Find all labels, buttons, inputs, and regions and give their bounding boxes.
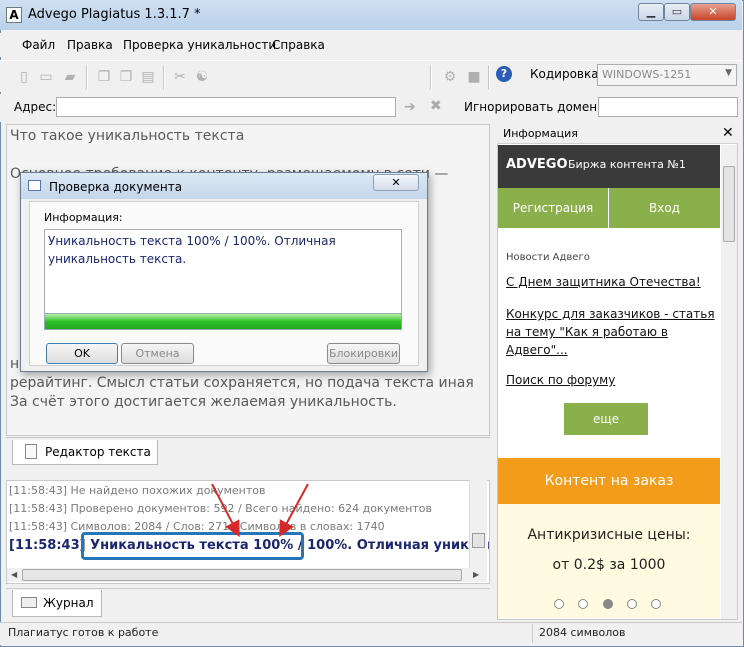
carousel-dot-active[interactable]: [603, 599, 613, 609]
content-order-banner[interactable]: Контент на заказ: [498, 458, 720, 504]
toolbar-separator: [86, 65, 88, 89]
tab-journal-label: Журнал: [43, 596, 94, 610]
char-count: 2084 символов: [532, 624, 738, 643]
log-vertical-scrollbar[interactable]: [469, 480, 487, 568]
editor-heading: Что такое уникальность текста: [10, 128, 245, 144]
lock-icon[interactable]: ■: [466, 69, 482, 85]
more-button[interactable]: еще: [564, 403, 648, 435]
progress-fill: [45, 314, 401, 329]
clear-icon[interactable]: ✖: [430, 98, 442, 114]
dialog-title: Проверка документа: [49, 180, 183, 194]
tab-text-editor[interactable]: Редактор текста: [12, 440, 158, 465]
address-label: Адрес:: [14, 100, 57, 114]
scroll-left-icon[interactable]: ◀: [11, 570, 17, 579]
copy-icon[interactable]: ❐: [118, 69, 134, 85]
settings-icon[interactable]: ⚙: [442, 69, 458, 85]
promo-price: от 0.2$ за 1000: [552, 557, 666, 573]
encoding-label: Кодировка:: [530, 67, 603, 81]
address-input[interactable]: [56, 97, 396, 117]
maximize-button[interactable]: ▭: [664, 3, 690, 21]
open-file-icon[interactable]: ▰: [62, 69, 78, 85]
window-icon: [28, 180, 41, 191]
encoding-select[interactable]: WINDOWS-1251 ▼: [597, 64, 737, 86]
status-text: Плагиатус готов к работе: [8, 626, 159, 639]
forum-search-link[interactable]: Поиск по форуму: [506, 371, 716, 389]
menu-bar: Файл Правка Проверка уникальности Справк…: [0, 33, 742, 57]
log-hscroll-thumb[interactable]: [22, 569, 462, 581]
progress-bar: [44, 313, 402, 330]
toolbar-separator: [488, 65, 490, 89]
login-button[interactable]: Вход: [609, 188, 720, 228]
menu-help[interactable]: Справка: [272, 38, 325, 52]
menu-edit[interactable]: Правка: [67, 38, 113, 52]
dialog-message: Уникальность текста 100% / 100%. Отлична…: [44, 229, 402, 315]
promo-headline: Антикризисные цены:: [527, 527, 691, 543]
keyboard-icon: [21, 597, 37, 608]
open-url-icon[interactable]: ▭: [38, 69, 54, 85]
app-icon: A: [6, 7, 22, 23]
tab-text-editor-label: Редактор текста: [45, 445, 151, 459]
cancel-button[interactable]: Отмена: [121, 343, 194, 364]
register-button[interactable]: Регистрация: [498, 188, 608, 228]
encoding-value: WINDOWS-1251: [602, 68, 692, 81]
log-line: [11:58:43] Не найдено похожих документов: [9, 484, 266, 497]
cut-icon[interactable]: ❐: [96, 69, 112, 85]
tab-journal[interactable]: Журнал: [12, 590, 102, 617]
menu-file[interactable]: Файл: [22, 38, 55, 52]
carousel-dot[interactable]: [627, 599, 637, 609]
news-link[interactable]: Конкурс для заказчиков - статья на тему …: [506, 305, 716, 359]
dialog-close-button[interactable]: ✕: [373, 174, 419, 191]
menu-check-uniqueness[interactable]: Проверка уникальности: [123, 38, 276, 52]
chevron-down-icon: ▼: [725, 68, 732, 78]
info-scroll-thumb[interactable]: [723, 166, 735, 242]
log-line: [11:58:43] Проверено документов: 592 / В…: [9, 502, 432, 515]
close-button[interactable]: ✕: [690, 3, 736, 21]
scroll-right-icon[interactable]: ▶: [473, 570, 479, 579]
news-link[interactable]: С Днем защитника Отечества!: [506, 273, 716, 291]
document-icon: [25, 444, 37, 459]
ok-button[interactable]: OK: [46, 343, 118, 364]
window-title: Advego Plagiatus 1.3.1.7 *: [28, 7, 201, 22]
toolbar-separator: [430, 65, 432, 89]
highlight-annotation: [81, 532, 304, 560]
log-scroll-thumb[interactable]: [472, 533, 485, 548]
compare-icon[interactable]: ☯: [194, 69, 210, 85]
editor-scrollbar[interactable]: [473, 126, 488, 434]
close-icon[interactable]: ✕: [722, 125, 734, 141]
news-label: Новости Адвего: [506, 252, 590, 263]
carousel-dot[interactable]: [651, 599, 661, 609]
tools-icon[interactable]: ✂: [172, 69, 188, 85]
ignore-domains-label: Игнорировать домены:: [464, 100, 611, 114]
ignore-domains-input[interactable]: [598, 97, 738, 117]
carousel-dot[interactable]: [578, 599, 588, 609]
carousel-dot[interactable]: [554, 599, 564, 609]
toolbar-separator: [163, 65, 165, 89]
help-icon[interactable]: ?: [496, 66, 512, 82]
blocks-button[interactable]: Блокировки: [327, 343, 400, 364]
advego-tagline: Биржа контента №1: [568, 158, 686, 171]
advego-logo[interactable]: ADVEGO: [506, 157, 568, 172]
minimize-button[interactable]: ▁: [638, 3, 664, 21]
go-arrow-icon[interactable]: ➔: [404, 99, 416, 115]
new-file-icon[interactable]: ▯: [16, 69, 32, 85]
paste-icon[interactable]: ▤: [140, 69, 156, 85]
info-panel-title: Информация: [503, 127, 578, 140]
dialog-info-label: Информация:: [44, 211, 123, 224]
